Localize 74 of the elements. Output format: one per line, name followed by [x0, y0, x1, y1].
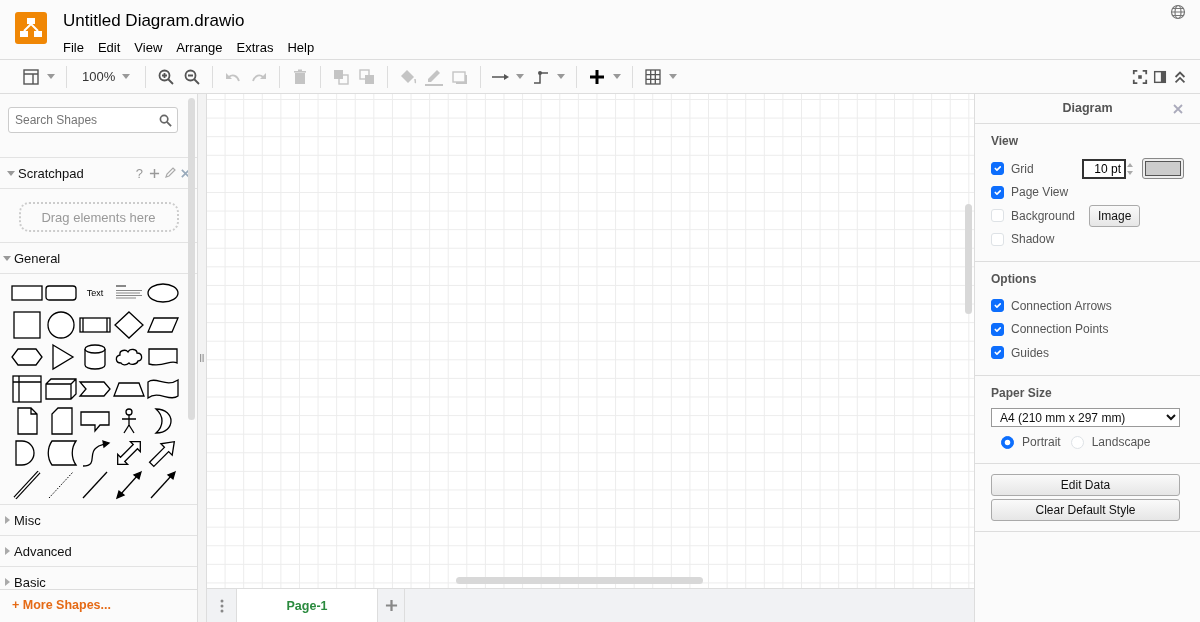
checkbox-label: Guides	[1011, 344, 1051, 362]
send-to-back-icon	[358, 67, 377, 86]
zoom-button[interactable]: 100%	[74, 62, 139, 91]
caret-icon	[516, 74, 525, 80]
section-heading: Paper Size	[991, 385, 1053, 401]
expanded-icon[interactable]	[3, 254, 11, 263]
fullscreen-icon	[1132, 68, 1148, 85]
page-tab[interactable]: Page-1	[237, 589, 377, 622]
add-page-icon[interactable]	[384, 599, 398, 612]
checkbox-label: Connection Points	[1011, 321, 1109, 339]
action-button[interactable]: Clear Default Style	[991, 499, 1180, 522]
menu-item[interactable]: View	[134, 37, 163, 57]
section-title[interactable]: Basic	[14, 572, 191, 589]
caret-icon	[557, 74, 566, 80]
connector-arrow-icon	[492, 72, 510, 81]
search-field[interactable]: Search Shapes	[8, 107, 178, 134]
internal-storage-icon[interactable]	[10, 374, 44, 405]
section-heading: View	[991, 134, 1020, 149]
bring-to-front-icon	[332, 67, 351, 86]
menu-item[interactable]: Help	[287, 37, 315, 57]
caret-icon	[613, 74, 622, 80]
checkbox-label: Grid	[1011, 160, 1035, 178]
menu-item[interactable]: Extras	[236, 37, 274, 57]
layout-icon	[22, 67, 40, 86]
scrollbar-thumb[interactable]	[965, 204, 972, 315]
checkbox-label: Connection Arrows	[1011, 297, 1112, 315]
text-shape[interactable]: Text	[78, 278, 112, 309]
caret-icon	[669, 74, 678, 80]
section-heading: Options	[991, 271, 1038, 287]
add-icon[interactable]	[149, 167, 160, 179]
app-logo	[15, 12, 47, 44]
checkbox[interactable]	[991, 162, 1004, 175]
menu-item[interactable]: File	[63, 37, 84, 57]
section-title[interactable]: Scratchpad	[18, 163, 136, 184]
zoom-in-icon	[157, 67, 176, 86]
checkbox[interactable]	[991, 299, 1004, 313]
expanded-icon[interactable]	[7, 169, 15, 178]
caret-icon	[47, 74, 55, 80]
radio-label: Portrait	[1022, 434, 1061, 452]
square-icon[interactable]	[10, 310, 44, 341]
grid-color-button[interactable]	[1142, 158, 1184, 179]
section-title[interactable]: Misc	[14, 510, 191, 531]
table-icon	[644, 67, 663, 86]
action-button[interactable]: Edit Data	[991, 474, 1180, 497]
plus-icon	[588, 67, 607, 86]
document-title: Untitled Diagram.drawio	[63, 10, 246, 32]
image-button[interactable]: Image	[1089, 204, 1141, 227]
scrollbar-thumb[interactable]	[188, 98, 195, 421]
paint-bucket-icon	[399, 67, 418, 86]
panel-icon	[1152, 68, 1168, 85]
checkbox[interactable]	[991, 346, 1004, 360]
checkbox[interactable]	[991, 322, 1004, 336]
splitter-handle-icon[interactable]	[200, 354, 204, 363]
more-icon[interactable]	[219, 598, 224, 613]
pencil-icon	[425, 67, 444, 86]
menu-item[interactable]: Arrange	[176, 37, 223, 57]
zoom-out-icon	[183, 67, 202, 86]
panel-title: Diagram	[1062, 100, 1113, 118]
paper-size-select[interactable]: A4 (210 mm x 297 mm)	[991, 408, 1180, 428]
globe-icon[interactable]	[1170, 4, 1186, 20]
caret-icon	[122, 74, 131, 80]
radio-button[interactable]	[1001, 435, 1014, 449]
menu-item[interactable]: Edit	[97, 37, 121, 57]
scrollbar-thumb[interactable]	[456, 577, 703, 584]
radio-label: Landscape	[1091, 434, 1151, 452]
search-icon	[159, 114, 172, 128]
checkbox-label: Background	[1011, 207, 1077, 225]
grid-size-field[interactable]: 10 pt	[1082, 158, 1126, 179]
checkbox-label: Shadow	[1011, 231, 1056, 248]
circle-icon[interactable]	[44, 310, 78, 341]
section-title[interactable]: Advanced	[14, 541, 191, 562]
checkbox[interactable]	[991, 185, 1004, 199]
section-title[interactable]: General	[14, 248, 191, 269]
checkbox-label: Page View	[1011, 184, 1070, 201]
